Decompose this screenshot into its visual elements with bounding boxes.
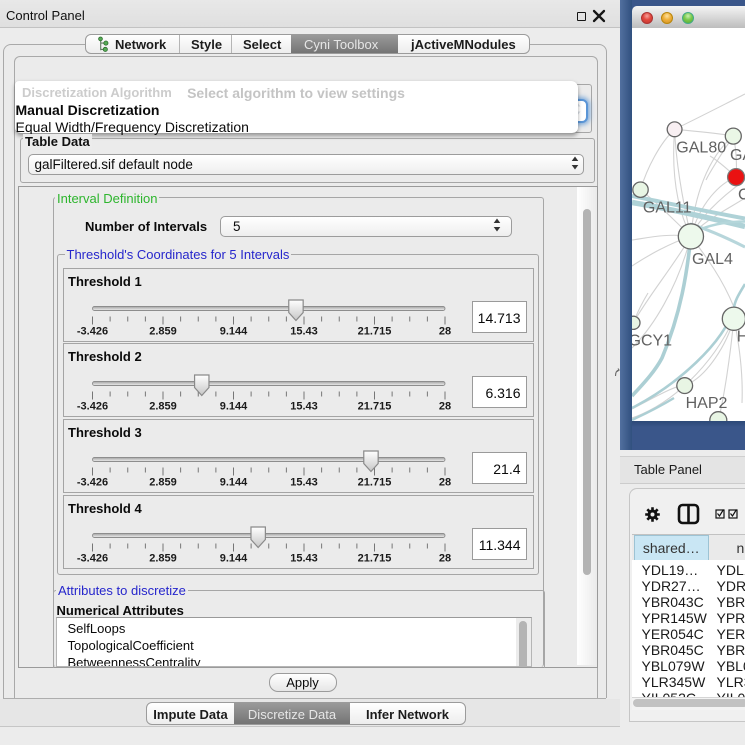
- svg-text:HA: HA: [737, 328, 745, 345]
- svg-text:CA: CA: [738, 186, 745, 203]
- svg-text:9.144: 9.144: [219, 325, 247, 337]
- svg-text:28: 28: [438, 477, 450, 489]
- svg-text:-3.426: -3.426: [76, 477, 107, 489]
- svg-text:9.144: 9.144: [219, 477, 247, 489]
- svg-text:21.715: 21.715: [357, 401, 391, 413]
- svg-text:21.715: 21.715: [357, 477, 391, 489]
- svg-text:GAL4: GAL4: [692, 251, 733, 268]
- svg-text:-3.426: -3.426: [76, 401, 107, 413]
- svg-text:21.715: 21.715: [357, 325, 391, 337]
- svg-text:9.144: 9.144: [219, 401, 247, 413]
- svg-text:15.43: 15.43: [290, 477, 318, 489]
- svg-text:28: 28: [438, 552, 450, 564]
- svg-text:28: 28: [438, 325, 450, 337]
- svg-text:GA: GA: [730, 147, 745, 164]
- svg-text:-3.426: -3.426: [76, 325, 107, 337]
- svg-text:28: 28: [438, 401, 450, 413]
- svg-text:15.43: 15.43: [290, 552, 318, 564]
- svg-text:GCY1: GCY1: [632, 332, 672, 349]
- svg-text:HAP2: HAP2: [686, 395, 728, 412]
- svg-text:21.715: 21.715: [357, 552, 391, 564]
- svg-text:15.43: 15.43: [290, 401, 318, 413]
- svg-text:GAL80: GAL80: [676, 139, 726, 156]
- svg-text:2.859: 2.859: [149, 477, 177, 489]
- svg-text:2.859: 2.859: [149, 401, 177, 413]
- svg-text:GAL11: GAL11: [643, 199, 692, 216]
- svg-text:2.859: 2.859: [149, 552, 177, 564]
- svg-text:-3.426: -3.426: [76, 552, 107, 564]
- svg-text:9.144: 9.144: [219, 552, 247, 564]
- svg-text:2.859: 2.859: [149, 325, 177, 337]
- svg-text:15.43: 15.43: [290, 325, 318, 337]
